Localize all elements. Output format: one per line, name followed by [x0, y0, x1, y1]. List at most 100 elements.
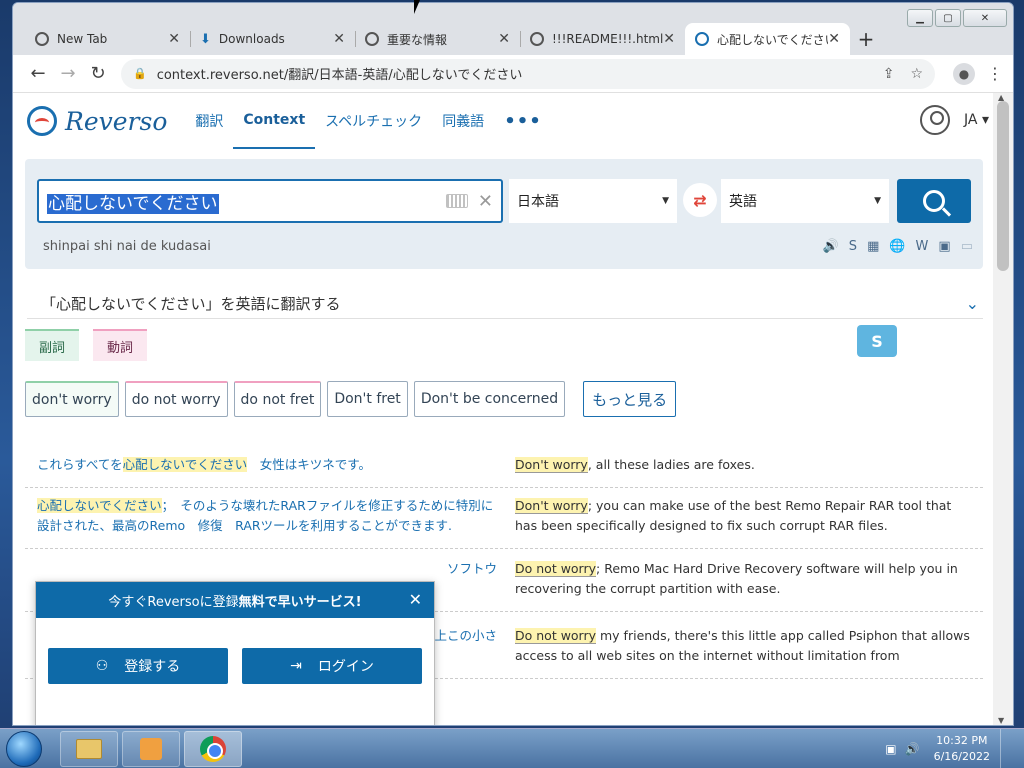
popup-header: 今すぐReversoに登録 無料で早いサービス! ✕	[36, 582, 434, 618]
nav-synonyms[interactable]: 同義語	[442, 93, 484, 149]
search-input[interactable]: 心配しないでください ✕	[37, 179, 503, 223]
signup-popup: 今すぐReversoに登録 無料で早いサービス! ✕ ⚇ 登録する ⇥ ログイン	[35, 581, 435, 725]
part-of-speech-filters: 副詞 動詞	[25, 329, 148, 361]
close-icon[interactable]: ✕	[409, 590, 422, 609]
translation-chip[interactable]: don't worry	[25, 381, 119, 417]
source-language-select[interactable]: 日本語 ▼	[509, 179, 677, 223]
menu-kebab-icon[interactable]: ⋮	[987, 64, 1003, 83]
keyboard-icon[interactable]	[445, 194, 468, 208]
skype-icon[interactable]: S	[849, 239, 857, 254]
scrollbar-thumb[interactable]	[997, 101, 1009, 271]
show-desktop-button[interactable]	[1000, 729, 1012, 768]
taskbar-media-player[interactable]	[122, 731, 180, 767]
close-icon[interactable]: ✕	[663, 31, 675, 47]
user-area: JA ▾	[920, 105, 989, 135]
tab-downloads[interactable]: ⬇ Downloads ✕	[190, 23, 355, 55]
source-language-label: 日本語	[517, 194, 559, 210]
example-target[interactable]: Don't worry; you can make use of the bes…	[515, 496, 971, 536]
reverso-logo[interactable]: Reverso	[27, 106, 167, 136]
speaker-icon[interactable]: 🔊	[823, 239, 839, 254]
search-button[interactable]	[897, 179, 971, 223]
example-target[interactable]: Do not worry; Remo Mac Hard Drive Recove…	[515, 559, 971, 599]
nav-more-icon[interactable]: •••	[504, 111, 542, 132]
example-target[interactable]: Don't worry, all these ladies are foxes.	[515, 455, 971, 475]
skype-badge-icon[interactable]: S	[857, 325, 897, 357]
example-row: 心配しないでください； そのような壊れたRARファイルを修正するために特別に設計…	[25, 488, 983, 549]
bookmark-star-icon[interactable]: ☆	[910, 66, 923, 82]
target-highlight: Do not worry	[515, 628, 597, 644]
taskbar-explorer[interactable]	[60, 731, 118, 767]
swap-languages-icon[interactable]: ⇄	[683, 183, 717, 217]
tab-title: 心配しないでください	[717, 32, 829, 47]
profile-icon[interactable]: ●	[953, 62, 975, 85]
search-panel: 心配しないでください ✕ 日本語 ▼ ⇄ 英語 ▼ shinpai shi na…	[25, 159, 983, 269]
nav-spellcheck[interactable]: スペルチェック	[325, 93, 422, 149]
table-icon[interactable]: ▦	[867, 239, 879, 254]
clear-icon[interactable]: ✕	[478, 191, 493, 212]
tab-new-tab[interactable]: New Tab ✕	[25, 23, 190, 55]
mouse-cursor-icon	[414, 0, 426, 14]
close-icon[interactable]: ✕	[828, 31, 840, 47]
close-icon[interactable]: ✕	[333, 31, 345, 47]
reload-button[interactable]: ↻	[83, 59, 113, 89]
target-language-select[interactable]: 英語 ▼	[721, 179, 889, 223]
nav-context[interactable]: Context	[233, 93, 316, 149]
lock-icon: 🔒	[133, 67, 147, 80]
translation-chip[interactable]: do not worry	[124, 381, 228, 417]
tab-title: New Tab	[57, 32, 108, 46]
nav-translate[interactable]: 翻訳	[195, 93, 223, 149]
translation-chip[interactable]: Don't fret	[327, 381, 408, 417]
source-highlight: 心配しないでください	[37, 498, 162, 513]
pos-adverb[interactable]: 副詞	[25, 329, 80, 361]
new-tab-button[interactable]: +	[850, 23, 882, 55]
network-icon[interactable]: ▣	[885, 742, 896, 756]
register-button[interactable]: ⚇ 登録する	[48, 648, 228, 684]
example-target[interactable]: Do not worry my friends, there's this li…	[515, 626, 971, 666]
share-icon[interactable]: ⇪	[883, 66, 895, 82]
search-query: 心配しないでください	[47, 189, 446, 214]
maximize-button[interactable]: ▢	[935, 9, 961, 27]
example-source[interactable]: 心配しないでください； そのような壊れたRARファイルを修正するために特別に設計…	[37, 496, 515, 536]
system-tray: ▣ 🔊 10:32 PM 6/16/2022	[885, 729, 1024, 768]
translation-heading[interactable]: 「心配しないでください」を英語に翻訳する ⌄	[27, 289, 983, 319]
tab-important-info[interactable]: 重要な情報 ✕	[355, 23, 520, 55]
translation-chip[interactable]: do not fret	[233, 381, 322, 417]
tab-reverso[interactable]: 心配しないでください ✕	[685, 23, 850, 55]
wikipedia-icon[interactable]: W	[916, 239, 929, 254]
login-icon: ⇥	[290, 658, 302, 674]
forward-button[interactable]: →	[53, 59, 83, 89]
address-bar[interactable]: 🔒 context.reverso.net/翻訳/日本語-英語/心配しないでくだ…	[121, 58, 935, 89]
target-language-label: 英語	[729, 194, 757, 210]
panel-icon[interactable]: ▭	[961, 239, 973, 254]
browser-toolbar: ← → ↻ 🔒 context.reverso.net/翻訳/日本語-英語/心配…	[13, 55, 1013, 93]
user-account-icon[interactable]	[920, 105, 951, 135]
minimize-button[interactable]: ▁	[907, 9, 933, 27]
volume-icon[interactable]: 🔊	[905, 742, 920, 756]
popup-title-bold: 無料で早いサービス!	[238, 594, 362, 610]
source-highlight: 心配しないでください	[122, 457, 248, 472]
search-query-text: 心配しないでください	[47, 193, 219, 214]
close-icon[interactable]: ✕	[168, 31, 180, 47]
scroll-down-icon[interactable]: ▼	[998, 716, 1004, 725]
clock[interactable]: 10:32 PM 6/16/2022	[934, 733, 990, 765]
image-icon[interactable]: ▣	[938, 239, 950, 254]
example-source[interactable]: これらすべてを心配しないでください 女性はキツネです。	[37, 455, 515, 475]
page-scrollbar[interactable]: ▲ ▼	[993, 93, 1013, 725]
globe-icon[interactable]: 🌐	[889, 239, 905, 254]
tab-readme[interactable]: !!!README!!!.html ✕	[520, 23, 685, 55]
translation-chip[interactable]: Don't be concerned	[413, 381, 566, 417]
tab-title: !!!README!!!.html	[552, 32, 664, 46]
chevron-down-icon[interactable]: ⌄	[966, 294, 983, 313]
taskbar: ▣ 🔊 10:32 PM 6/16/2022	[0, 728, 1024, 768]
close-window-button[interactable]: ✕	[963, 9, 1007, 27]
close-icon[interactable]: ✕	[498, 31, 510, 47]
start-button[interactable]	[6, 731, 42, 767]
see-more-button[interactable]: もっと見る	[583, 381, 677, 417]
target-highlight: Do not worry	[515, 561, 597, 577]
taskbar-chrome[interactable]	[184, 731, 242, 767]
pos-verb[interactable]: 動詞	[93, 329, 148, 361]
ui-language-select[interactable]: JA ▾	[964, 112, 989, 128]
login-button[interactable]: ⇥ ログイン	[242, 648, 422, 684]
globe-icon	[365, 32, 379, 46]
back-button[interactable]: ←	[23, 59, 53, 89]
